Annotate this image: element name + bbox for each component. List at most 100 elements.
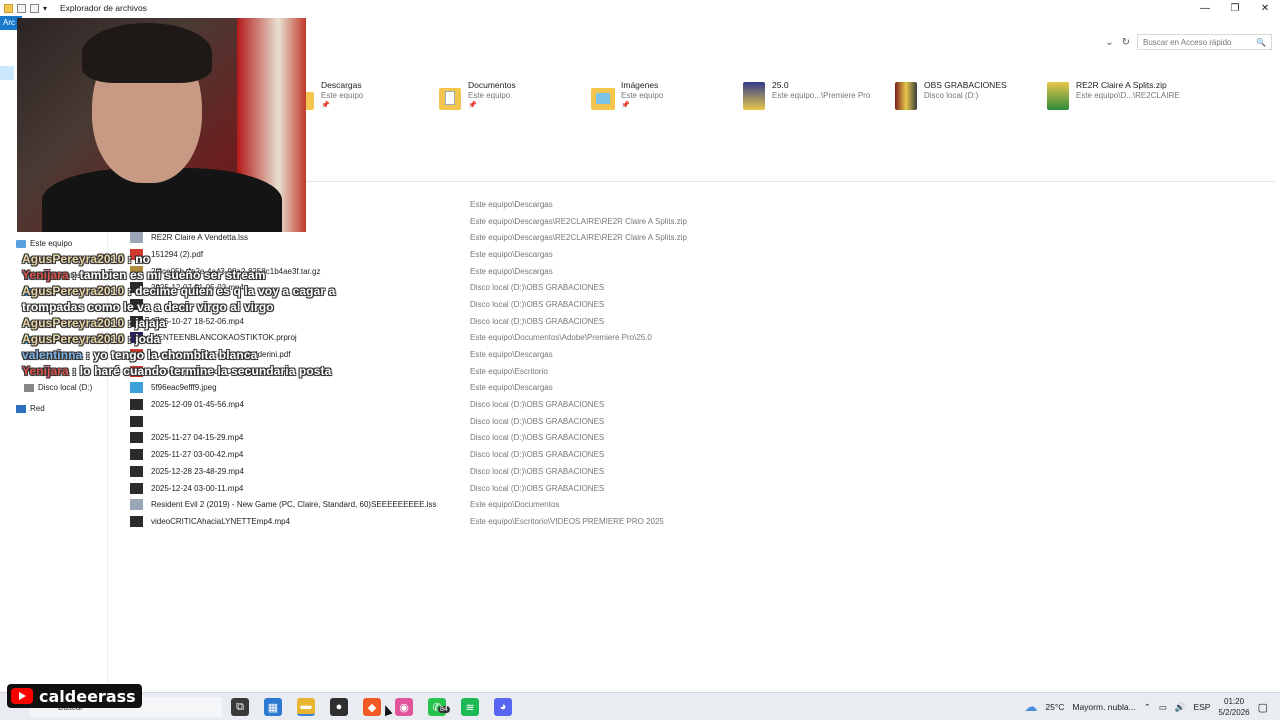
nav-item-disco-local[interactable]: Disco local (D:) (24, 383, 92, 392)
chat-username: AgusPereyra2010 (22, 316, 125, 330)
search-placeholder: Buscar en Acceso rápido (1143, 37, 1232, 47)
volume-icon[interactable]: 🔊 (1175, 702, 1186, 713)
network-status-icon[interactable]: ▭ (1159, 702, 1167, 713)
refresh-icon[interactable]: ↻ (1122, 37, 1130, 48)
channel-name: caldeerass (39, 686, 136, 706)
file-location: Este equipo\Descargas (470, 266, 553, 276)
window-title: Explorador de archivos (60, 3, 147, 13)
file-location: Este equipo\Descargas\RE2CLAIRE\RE2R Cla… (470, 233, 687, 243)
task-view-icon[interactable]: ⧉ (231, 698, 249, 716)
store-icon[interactable]: ▦ (264, 698, 282, 716)
quick-access-item[interactable]: OBS GRABACIONES Disco local (D:) (893, 80, 1007, 118)
channel-brand: caldeerass (7, 684, 142, 708)
weather-desc[interactable]: Mayorm. nubla... (1072, 702, 1135, 712)
file-location: Disco local (D:)\OBS GRABACIONES (470, 400, 605, 410)
file-name: 2025-12-24 03-00-11.mp4 (151, 483, 244, 493)
file-location: Disco local (D:)\OBS GRABACIONES (470, 483, 605, 493)
youtube-icon (11, 688, 33, 704)
chat-message: Yenijara : tambien es mi sueño ser strea… (22, 267, 362, 283)
chat-text: : jajaja (127, 316, 166, 330)
file-name: 2025-11-27 04-15-29.mp4 (151, 433, 244, 443)
chat-text: : tambien es mi sueño ser stream (72, 268, 266, 282)
weather-temp[interactable]: 25°C (1045, 702, 1064, 712)
folder-icon[interactable] (4, 3, 13, 13)
pictures-folder-icon (590, 80, 616, 110)
chat-text: : lo haré cuando termine la secundaria p… (72, 364, 332, 378)
maximize-button[interactable]: ❐ (1220, 0, 1250, 16)
obs-icon[interactable]: ● (330, 698, 348, 716)
recent-file-row[interactable]: Resident Evil 2 (2019) - New Game (PC, C… (128, 496, 828, 513)
file-location: Disco local (D:)\OBS GRABACIONES (470, 466, 605, 476)
chat-username: AgusPereyra2010 (22, 284, 125, 298)
streamer-hair (82, 23, 212, 83)
file-location: Disco local (D:)\OBS GRABACIONES (470, 283, 605, 293)
recent-file-row[interactable]: 2025-12-28 23-48-29.mp4 Disco local (D:)\… (128, 463, 828, 480)
chat-username: AgusPereyra2010 (22, 252, 125, 266)
language-indicator[interactable]: ESP (1193, 702, 1210, 712)
recent-file-row[interactable]: 2025-11-27 04-15-29.mp4 Disco local (D:)\… (128, 430, 828, 447)
file-location: Este equipo\Escritorio\VIDEOS PREMIERE P… (470, 516, 664, 526)
quick-access-item[interactable]: Imágenes Este equipo 📌 (590, 80, 663, 118)
file-name: RE2R Claire A Vendetta.lss (151, 233, 248, 243)
computer-icon (16, 239, 26, 248)
folder-icon (741, 80, 767, 110)
recent-file-row[interactable]: 2025-12-24 03-00-11.mp4 Disco local (D:)\… (128, 480, 828, 497)
image-file-icon (130, 382, 143, 394)
app-pink-icon[interactable]: ◉ (395, 698, 413, 716)
nav-item-este-equipo[interactable]: Este equipo (16, 239, 72, 248)
chat-text: : joda (127, 332, 161, 346)
spotify-icon[interactable]: ≋ (461, 698, 479, 716)
file-location: Disco local (D:)\OBS GRABACIONES (470, 450, 605, 460)
pin-icon: 📌 (468, 102, 477, 109)
video-file-icon (130, 465, 143, 477)
quick-access-item[interactable]: RE2R Claire A Splits.zip Este equipo\D...… (1045, 80, 1180, 118)
search-icon: 🔍 (1256, 37, 1266, 47)
lss-file-icon (130, 499, 143, 511)
clock[interactable]: 01:20 5/2/2026 (1218, 696, 1249, 718)
whatsapp-badge: 84 (438, 706, 450, 713)
properties-icon[interactable] (17, 3, 26, 13)
chevron-down-icon[interactable]: ▾ (43, 4, 52, 13)
address-dropdown-icon[interactable]: ⌄ (1105, 37, 1113, 48)
chat-username: Yenijara (22, 364, 69, 378)
file-explorer-icon[interactable]: ▬ (297, 698, 315, 716)
pin-icon: 📌 (621, 102, 630, 109)
address-bar[interactable]: ⌄ ↻ (305, 34, 1130, 50)
video-file-icon (130, 482, 143, 494)
pin-icon: 📌 (321, 102, 330, 109)
chevron-up-icon[interactable]: ⌃ (1144, 702, 1151, 713)
file-location: Este equipo\Escritorio (470, 366, 548, 376)
quick-access-item[interactable]: 25.0 Este equipo...\Premiere Pro (741, 80, 870, 118)
minimize-button[interactable]: — (1190, 0, 1220, 16)
recent-file-row[interactable]: 2025-12-09 01-45-56.mp4 Disco local (D:)\… (128, 396, 828, 413)
notifications-icon[interactable]: ▢ (1258, 701, 1268, 714)
title-bar: ▾ Explorador de archivos — ❐ ✕ (0, 0, 1280, 16)
weather-cloud-icon[interactable]: ☁ (1024, 699, 1037, 715)
window-controls: — ❐ ✕ (1190, 0, 1280, 16)
nav-selection (0, 66, 14, 80)
recent-file-row[interactable]: Disco local (D:)\OBS GRABACIONES (128, 413, 828, 430)
recent-file-row[interactable]: 5f96eac9efff9.jpeg Este equipo\Descargas (128, 380, 828, 397)
video-file-icon (130, 515, 143, 527)
brave-icon[interactable]: ◆ (363, 698, 381, 716)
chat-username: Yenijara (22, 268, 69, 282)
lss-file-icon (130, 232, 143, 244)
file-location: Este equipo\Descargas (470, 383, 553, 393)
chat-message: AgusPereyra2010 : jajaja (22, 315, 362, 331)
discord-icon[interactable]: ◕ (494, 698, 512, 716)
new-folder-icon[interactable] (30, 3, 39, 13)
video-file-icon (130, 432, 143, 444)
chat-username: valentinna (22, 348, 83, 362)
file-location: Este equipo\Descargas (470, 199, 553, 209)
quick-access-item[interactable]: Documentos Este equipo 📌 (437, 80, 516, 118)
recent-file-row[interactable]: videoCRITICAhaciaLYNETTEmp4.mp4 Este equi… (128, 513, 828, 530)
chat-username: AgusPereyra2010 (22, 332, 125, 346)
close-button[interactable]: ✕ (1250, 0, 1280, 16)
folder-icon (893, 80, 919, 110)
file-location: Disco local (D:)\OBS GRABACIONES (470, 433, 605, 443)
search-input[interactable]: Buscar en Acceso rápido 🔍 (1137, 34, 1272, 50)
nav-item-label: Red (30, 404, 45, 413)
file-location: Este equipo\Descargas (470, 249, 553, 259)
nav-item-red[interactable]: Red (16, 404, 45, 413)
recent-file-row[interactable]: 2025-11-27 03-00-42.mp4 Disco local (D:)\… (128, 446, 828, 463)
